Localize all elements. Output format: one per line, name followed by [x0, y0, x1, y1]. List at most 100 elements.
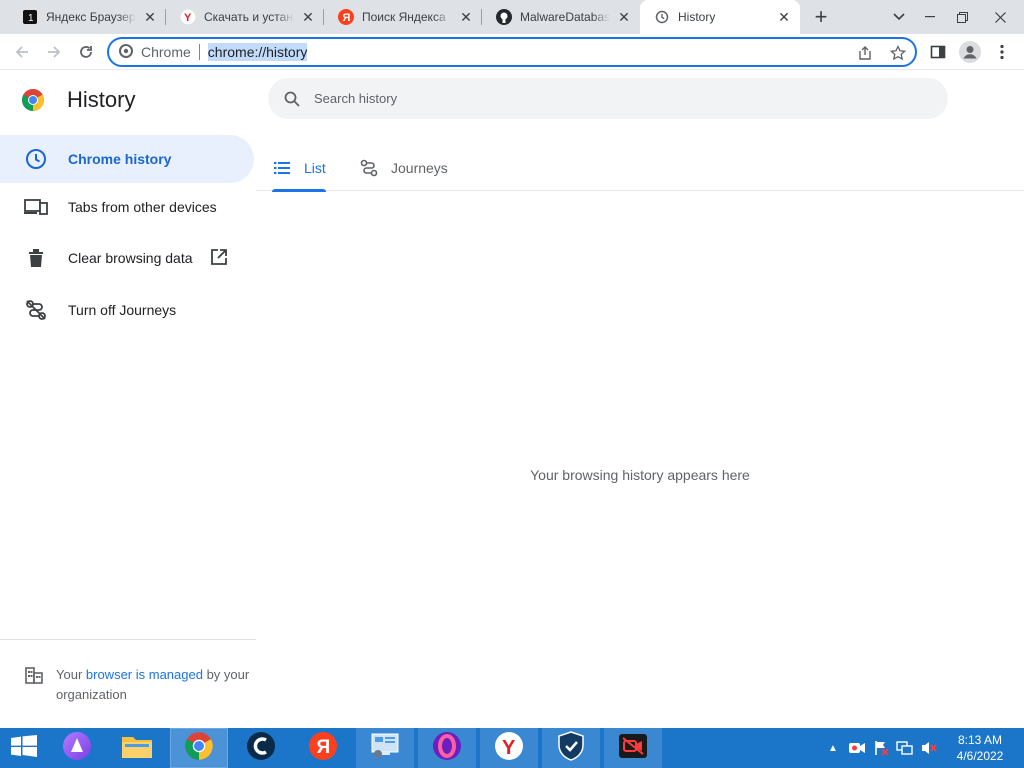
tab-strip: 1 Яндекс Браузер для ✕ Y Скачать и устан…: [0, 0, 1024, 34]
tray-network-icon[interactable]: [894, 728, 916, 768]
tab-title: Скачать и установить: [204, 10, 294, 24]
taskbar-ccleaner[interactable]: [232, 728, 290, 768]
folder-icon: [121, 733, 153, 764]
profile-avatar-icon[interactable]: [956, 38, 984, 66]
close-icon[interactable]: ✕: [142, 9, 158, 25]
sidebar-item-turn-off-journeys[interactable]: Turn off Journeys: [0, 286, 254, 334]
yandex-taskbar-icon: Я: [308, 731, 338, 766]
clock-icon: [24, 147, 48, 171]
close-icon[interactable]: ✕: [458, 9, 474, 25]
open-in-new-icon: [210, 248, 230, 268]
tab-search-chevron-icon[interactable]: [883, 0, 915, 34]
ccleaner-icon: [246, 731, 276, 766]
taskbar: Я Y ▲ 8:13 AM 4/6/2022: [0, 728, 1024, 768]
close-window-icon[interactable]: [984, 0, 1016, 34]
url-text[interactable]: chrome://history: [207, 43, 308, 61]
history-page: History Chrome history Tabs from other d…: [0, 71, 1024, 728]
managed-link[interactable]: browser is managed: [86, 667, 203, 682]
tab-title: MalwareDatabase: [520, 10, 610, 24]
page-title: History: [67, 87, 136, 112]
new-tab-button[interactable]: +: [808, 4, 834, 29]
taskbar-chrome[interactable]: [170, 728, 228, 768]
search-input[interactable]: [314, 91, 914, 106]
tray-recorder-icon[interactable]: [846, 728, 868, 768]
list-icon: [272, 158, 292, 178]
close-icon[interactable]: ✕: [776, 9, 792, 25]
sidebar-item-tabs-other-devices[interactable]: Tabs from other devices: [0, 183, 254, 231]
svg-text:Я: Я: [343, 12, 351, 24]
yandex-search-icon: Я: [338, 9, 354, 25]
taskbar-control-panel[interactable]: [356, 728, 414, 768]
back-arrow-icon[interactable]: [8, 38, 36, 66]
taskbar-alice[interactable]: [48, 728, 106, 768]
side-panel-icon[interactable]: [924, 38, 952, 66]
sidebar-item-clear-browsing-data[interactable]: Clear browsing data: [0, 234, 254, 282]
tab-journeys[interactable]: Journeys: [359, 145, 448, 191]
tab-list-label: List: [304, 160, 326, 176]
shield-icon: [557, 730, 585, 766]
omnibox-chip[interactable]: Chrome: [109, 43, 191, 61]
sidebar-item-label: Tabs from other devices: [68, 199, 217, 215]
managed-prefix: Your: [56, 667, 86, 682]
history-tabs: List Journeys: [256, 145, 1024, 192]
windows-logo-icon: [11, 734, 37, 762]
trash-icon: [24, 246, 48, 270]
taskbar-file-explorer[interactable]: [108, 728, 166, 768]
svg-text:1: 1: [28, 13, 34, 24]
svg-text:Y: Y: [184, 12, 192, 24]
control-panel-icon: [370, 732, 400, 765]
svg-text:Я: Я: [317, 737, 331, 758]
tab-list[interactable]: List: [272, 145, 326, 192]
tray-overflow-icon[interactable]: ▲: [822, 728, 844, 768]
forward-arrow-icon[interactable]: [40, 38, 68, 66]
building-icon: [24, 665, 44, 685]
minimize-icon[interactable]: [914, 0, 946, 34]
close-icon[interactable]: ✕: [300, 9, 316, 25]
start-button[interactable]: [0, 728, 48, 768]
yandex-browser-icon: 1: [22, 9, 38, 25]
tab-yandex-browser[interactable]: 1 Яндекс Браузер для ✕: [8, 0, 166, 34]
sidebar-item-chrome-history[interactable]: Chrome history: [0, 135, 254, 183]
omnibox-divider: [198, 44, 200, 60]
tab-malware-database[interactable]: MalwareDatabase ✕: [482, 0, 640, 34]
tray-volume-muted-icon[interactable]: [918, 728, 940, 768]
chrome-logo-icon: [21, 88, 45, 112]
taskbar-security-app[interactable]: [542, 728, 600, 768]
journeys-icon: [359, 158, 379, 178]
tab-download[interactable]: Y Скачать и установить ✕: [166, 0, 324, 34]
tray-flag-icon[interactable]: [870, 728, 892, 768]
taskbar-recorder[interactable]: [604, 728, 662, 768]
tab-history[interactable]: History ✕: [640, 0, 800, 34]
search-history-box[interactable]: [268, 78, 948, 119]
alice-assistant-icon: [62, 731, 92, 766]
close-icon[interactable]: ✕: [616, 9, 632, 25]
svg-text:Y: Y: [502, 737, 516, 759]
omnibox-chip-label: Chrome: [141, 44, 191, 60]
search-icon: [282, 89, 302, 109]
chrome-chip-icon: [119, 43, 133, 61]
devices-icon: [24, 195, 48, 219]
tab-journeys-label: Journeys: [391, 160, 448, 176]
bookmark-star-icon[interactable]: [887, 42, 909, 64]
tab-title: History: [678, 10, 716, 24]
chrome-taskbar-icon: [184, 731, 214, 766]
history-icon: [654, 9, 670, 25]
taskbar-opera-gx[interactable]: [418, 728, 476, 768]
yandex-y-icon: Y: [180, 9, 196, 25]
more-menu-icon[interactable]: [988, 38, 1016, 66]
taskbar-clock[interactable]: 8:13 AM 4/6/2022: [950, 732, 1010, 764]
tab-title: Поиск Яндекса: [362, 10, 446, 24]
yandex-browser-taskbar-icon: Y: [494, 731, 524, 766]
opera-icon: [432, 731, 462, 766]
restore-icon[interactable]: [946, 0, 978, 34]
share-icon[interactable]: [854, 42, 876, 64]
reload-icon[interactable]: [72, 38, 100, 66]
video-recorder-icon: [618, 733, 648, 764]
tab-yandex-search[interactable]: Я Поиск Яндекса ✕: [324, 0, 482, 34]
clock-date: 4/6/2022: [956, 749, 1004, 763]
taskbar-yandex-browser[interactable]: Y: [480, 728, 538, 768]
address-bar[interactable]: Chrome chrome://history: [107, 37, 917, 67]
github-icon: [496, 9, 512, 25]
taskbar-yandex[interactable]: Я: [294, 728, 352, 768]
sidebar-item-label: Clear browsing data: [68, 250, 193, 266]
